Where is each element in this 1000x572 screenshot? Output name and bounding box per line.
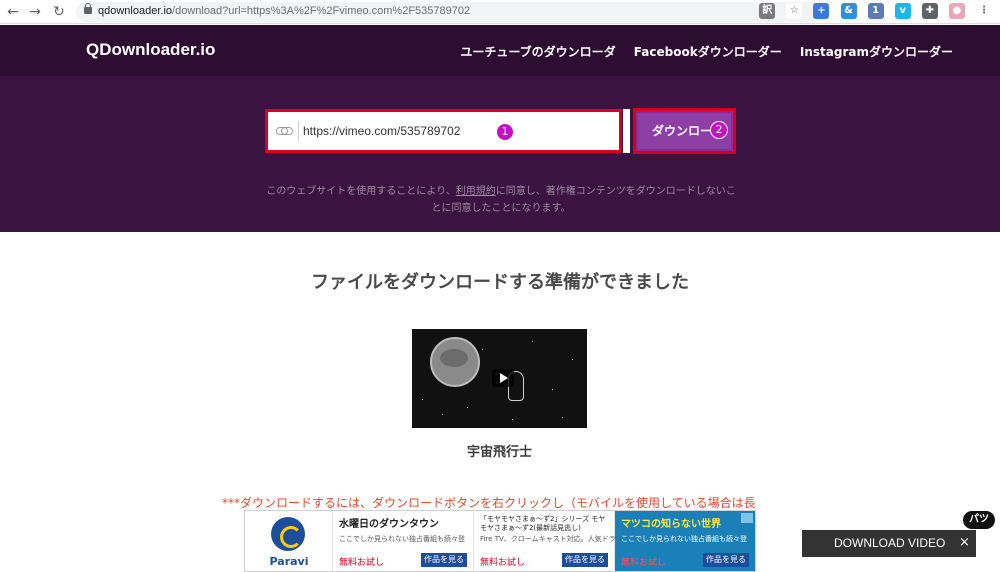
- ad-sub-2: Fire TV、クロームキャスト対応。人気ドラ: [480, 535, 616, 543]
- floating-badge[interactable]: パツ: [963, 511, 995, 529]
- address-text: qdownloader.io/download?url=https%3A%2F%…: [98, 5, 470, 17]
- site-header: QDownloader.io ユーチューブのダウンローダ Facebookダウン…: [0, 25, 1000, 76]
- download-video-button[interactable]: DOWNLOAD VIDEO: [802, 530, 976, 557]
- ad-banner[interactable]: Paravi 水曜日のダウンタウン ここでしか見られない独占番組も続々登 無料お…: [244, 510, 756, 572]
- extension-tray: 訳 ☆ + & 1 v ✚ ● ⋮: [753, 3, 992, 21]
- hero-section: 1 ダウンロー 2 このウェブサイトを使用することにより、利用規約に同意し、著作…: [0, 76, 1000, 232]
- star-icon[interactable]: ☆: [786, 3, 803, 19]
- nav-youtube-downloader[interactable]: ユーチューブのダウンローダ: [460, 45, 615, 59]
- ad-trial-3[interactable]: 無料お試し: [621, 555, 666, 568]
- download-instruction: ***ダウンロードするには、ダウンロードボタンを右クリックし（モバイルを使用して…: [222, 496, 756, 510]
- translate-icon[interactable]: 訳: [759, 3, 776, 19]
- terms-link[interactable]: 利用規約: [456, 186, 496, 197]
- ad-title-2: 「モヤモヤさまぁ～ず2」シリーズ モヤモヤさまぁ～ず2(最新話見逃し): [480, 515, 606, 532]
- download-button-highlight: ダウンロー 2: [633, 108, 736, 154]
- terms-text-1: このウェブサイトを使用することにより、: [266, 186, 456, 197]
- top-navigation: ユーチューブのダウンローダ Facebookダウンローダー Instagramダ…: [446, 43, 953, 60]
- ad-choices-icon[interactable]: [741, 513, 753, 523]
- video-title: 宇宙飛行士: [466, 445, 532, 460]
- step-badge-2: 2: [710, 121, 728, 139]
- close-icon[interactable]: ×: [959, 535, 970, 551]
- ad-sub-3: ここでしか見られない独占番組も続々登: [621, 535, 747, 543]
- ad-watch-button-1[interactable]: 作品を見る: [421, 553, 467, 567]
- link-icon: [276, 124, 293, 138]
- ad-card-3[interactable]: マツコの知らない世界 ここでしか見られない独占番組も続々登 無料お試し 作品を見…: [615, 511, 755, 571]
- nav-facebook-downloader[interactable]: Facebookダウンローダー: [634, 45, 782, 59]
- play-icon[interactable]: [492, 369, 514, 387]
- forward-arrow-icon[interactable]: →: [26, 3, 44, 21]
- browser-toolbar: ← → ↻ qdownloader.io/download?url=https%…: [0, 0, 1000, 24]
- step-badge-1: 1: [496, 123, 514, 141]
- puzzle-icon[interactable]: ✚: [921, 3, 938, 19]
- back-arrow-icon[interactable]: ←: [4, 3, 22, 21]
- lock-icon: [84, 3, 92, 14]
- avatar-icon[interactable]: ●: [948, 3, 965, 19]
- paravi-ad[interactable]: Paravi: [245, 511, 333, 571]
- reload-icon[interactable]: ↻: [50, 3, 68, 21]
- paravi-logo-icon: [271, 517, 305, 551]
- input-divider: [298, 121, 299, 141]
- ad-title-1: 水曜日のダウンタウン: [339, 519, 439, 530]
- ad-sub-1: ここでしか見られない独占番組も続々登: [339, 535, 465, 543]
- ext1-icon[interactable]: +: [813, 3, 830, 19]
- terms-notice: このウェブサイトを使用することにより、利用規約に同意し、著作権コンテンツをダウン…: [265, 183, 737, 217]
- moon-graphic: [430, 337, 480, 387]
- menu-icon[interactable]: ⋮: [976, 3, 992, 19]
- url-host: qdownloader.io: [98, 5, 173, 17]
- ad-card-2[interactable]: 「モヤモヤさまぁ～ず2」シリーズ モヤモヤさまぁ～ず2(最新話見逃し) Fire…: [474, 511, 616, 571]
- url-input-highlight: 1: [265, 109, 622, 153]
- vimeo-icon[interactable]: v: [894, 3, 911, 19]
- ad-title-3: マツコの知らない世界: [621, 519, 721, 530]
- ad-watch-button-2[interactable]: 作品を見る: [562, 553, 608, 567]
- ad-trial-1[interactable]: 無料お試し: [339, 555, 384, 568]
- paravi-name: Paravi: [269, 555, 309, 568]
- ready-heading: ファイルをダウンロードする準備ができました: [311, 272, 689, 293]
- url-path: /download?url=https%3A%2F%2Fvimeo.com%2F…: [172, 5, 471, 17]
- ad-trial-2[interactable]: 無料お試し: [480, 555, 525, 568]
- nav-instagram-downloader[interactable]: Instagramダウンローダー: [800, 45, 953, 59]
- video-thumbnail[interactable]: [412, 329, 587, 428]
- address-bar[interactable]: qdownloader.io/download?url=https%3A%2F%…: [76, 2, 824, 22]
- ad-card-1[interactable]: 水曜日のダウンタウン ここでしか見られない独占番組も続々登 無料お試し 作品を見…: [333, 511, 474, 571]
- ext3-icon[interactable]: 1: [867, 3, 884, 19]
- video-url-input[interactable]: [303, 118, 613, 144]
- site-logo[interactable]: QDownloader.io: [86, 40, 215, 60]
- ext2-icon[interactable]: &: [840, 3, 857, 19]
- ad-watch-button-3[interactable]: 作品を見る: [703, 553, 749, 567]
- input-spacer: [623, 109, 630, 153]
